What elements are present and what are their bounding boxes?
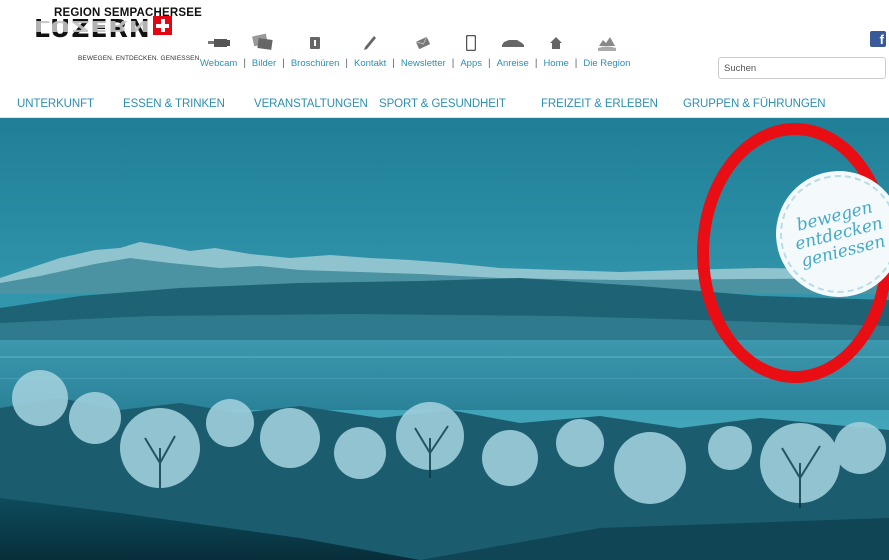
util-label: Webcam — [200, 58, 238, 69]
nav-separator: | — [345, 58, 349, 69]
nav-separator: | — [451, 58, 455, 69]
nav-item-unterkunft[interactable]: UNTERKUNFT — [17, 98, 94, 110]
brochure-icon — [309, 32, 321, 54]
logo-tagline: BEWEGEN. ENTDECKEN. GENIESSEN. — [78, 55, 202, 62]
util-kontakt[interactable]: Kontakt — [354, 32, 386, 70]
home-icon — [549, 32, 563, 54]
util-label: Kontakt — [354, 58, 387, 69]
car-icon — [501, 32, 525, 54]
images-icon — [252, 32, 276, 54]
util-label: Broschüren — [290, 58, 340, 69]
nav-item-sport-gesundheit[interactable]: SPORT & GESUNDHEIT — [379, 98, 506, 110]
site-header: REGION SEMPACHERSEE LUZERN LUZERN BEWEGE… — [0, 0, 889, 92]
search-input[interactable] — [718, 57, 886, 79]
envelope-icon — [415, 32, 431, 54]
nav-separator: | — [488, 58, 491, 69]
facebook-icon[interactable]: f — [870, 31, 886, 47]
nav-item-veranstaltungen[interactable]: VERANSTALTUNGEN — [254, 98, 368, 110]
util-anreise[interactable]: Anreise — [497, 32, 529, 70]
main-nav: UNTERKUNFT ESSEN & TRINKEN VERANSTALTUNG… — [0, 92, 889, 118]
util-label: Anreise — [496, 58, 529, 69]
region-map-icon — [597, 32, 617, 54]
nav-item-gruppen-fuehrungen[interactable]: GRUPPEN & FÜHRUNGEN — [683, 98, 826, 110]
util-label: Bilder — [251, 58, 277, 69]
util-bilder[interactable]: Bilder — [252, 32, 276, 70]
util-broschueren[interactable]: Broschüren — [290, 32, 340, 70]
smartphone-icon — [466, 32, 477, 54]
nav-separator: | — [574, 58, 578, 69]
hero-image — [0, 118, 889, 560]
nav-separator: | — [243, 58, 246, 69]
nav-item-freizeit-erleben[interactable]: FREIZEIT & ERLEBEN — [541, 98, 658, 110]
nav-item-essen-trinken[interactable]: ESSEN & TRINKEN — [123, 98, 225, 110]
util-webcam[interactable]: Webcam — [200, 32, 237, 70]
util-home[interactable]: Home — [543, 32, 569, 70]
util-apps[interactable]: Apps — [460, 32, 482, 70]
util-label: Home — [543, 58, 569, 69]
webcam-icon — [207, 32, 230, 54]
swiss-cross-icon — [152, 16, 172, 35]
util-newsletter[interactable]: Newsletter — [401, 32, 446, 70]
nav-separator: | — [392, 58, 395, 69]
lake-landscape-photo — [0, 118, 889, 560]
util-label: Apps — [460, 58, 482, 69]
logo-reflection: LUZERN — [34, 17, 151, 36]
util-label: Die Region — [583, 58, 631, 69]
nav-separator: | — [534, 58, 538, 69]
util-label: Newsletter — [400, 58, 446, 69]
utility-nav: Webcam | Bilder | Broschüren | Kontakt | — [200, 32, 630, 76]
nav-separator: | — [282, 58, 285, 69]
site-logo[interactable]: REGION SEMPACHERSEE LUZERN LUZERN BEWEGE… — [34, 7, 202, 65]
pen-icon — [363, 32, 377, 54]
util-die-region[interactable]: Die Region — [583, 32, 630, 70]
